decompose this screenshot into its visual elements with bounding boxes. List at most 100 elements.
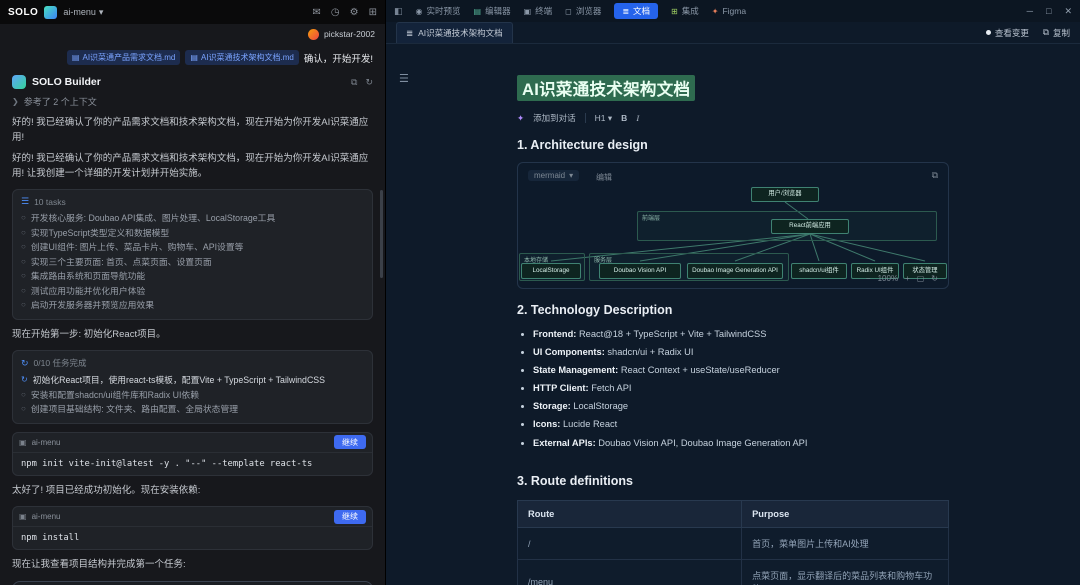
outline-menu-icon[interactable]: ☰ [399,72,409,85]
task-circle-icon: ○ [21,227,26,239]
tab-browser[interactable]: ◻ 浏览器 [565,5,601,17]
task-item[interactable]: ○ 测试应用功能并优化用户体验 [21,284,364,299]
chat-input-box[interactable]: @SOLO Builder ✕ @ # ▦ ⊞ Claude-4-Sonnet … [12,581,373,585]
maximize-icon[interactable]: □ [1046,6,1051,17]
tab-label: 编辑器 [485,5,511,17]
assistant-message: 太好了! 项目已经成功初始化。现在安装依赖: [12,484,373,499]
unsaved-dot-icon [986,30,991,35]
preview-icon: ◉ [416,7,423,16]
task-item[interactable]: ○ 开发核心服务: Doubao API集成、图片处理、LocalStorage… [21,211,364,226]
copy-button[interactable]: ⧉ 复制 [1043,27,1070,39]
context-toggle[interactable]: ❯ 参考了 2 个上下文 [12,95,373,108]
chevron-right-icon: ❯ [12,97,19,106]
refresh-icon[interactable]: ↻ [365,77,373,88]
task-item-label: 实现三个主要页面: 首页、点菜页面、设置页面 [31,256,212,269]
copy-icon[interactable]: ⧉ [932,170,938,181]
terminal-card: ▣ ai-menu 继续 npm init vite-init@latest -… [12,432,373,476]
progress-item-label: 安装和配置shadcn/ui组件库和Radix UI依赖 [31,389,199,402]
panel-toggle-icon[interactable]: ◧ [394,6,403,17]
project-menu-button[interactable]: ai-menu ▾ [63,7,103,18]
route-cell: /menu [518,560,742,585]
task-item[interactable]: ○ 集成路由系统和页面导航功能 [21,269,364,284]
app-logo-icon [44,6,57,19]
section-heading-routes: 3. Route definitions [517,474,949,488]
view-changes-label: 查看变更 [995,27,1029,39]
tab-editor[interactable]: ▤ 编辑器 [474,5,511,17]
add-to-chat-button[interactable]: 添加到对话 [533,112,576,124]
continue-button[interactable]: 继续 [334,435,366,449]
terminal-label: ai-menu [32,512,61,521]
chat-scrollbar[interactable] [380,190,383,278]
bold-button[interactable]: B [621,113,627,123]
terminal-icon: ▣ [19,512,27,521]
app-window: SOLO ai-menu ▾ ✉ ◷ ⚙ ⊞ pickstar-2002 ▤ [0,0,1080,585]
document-icon: ▤ [190,53,198,62]
diagram-canvas: 用户/浏览器 前端层 React前端应用 本地存储 LocalStorage 服… [519,185,949,287]
tech-item: HTTP Client: Fetch API [533,381,949,396]
mermaid-diagram-card: mermaid ▾ 编辑 ⧉ [517,162,949,289]
table-header-purpose: Purpose [742,501,949,528]
task-item[interactable]: ○ 实现TypeScript类型定义和数据模型 [21,226,364,241]
integration-icon: ⊞ [671,7,678,16]
progress-item-label: 创建项目基础结构: 文件夹、路由配置、全局状态管理 [31,403,238,416]
refresh-icon[interactable]: ↻ [931,274,938,283]
continue-button[interactable]: 继续 [334,510,366,524]
diagram-language-select[interactable]: mermaid ▾ [528,170,579,181]
tech-item: Storage: LocalStorage [533,399,949,414]
attached-file-chip[interactable]: ▤ AI识菜通技术架构文档.md [185,50,298,65]
task-item-label: 创建UI组件: 图片上传、菜品卡片、购物车、API设置等 [31,241,244,254]
message-icon[interactable]: ✉ [313,7,321,18]
view-changes-button[interactable]: 查看变更 [986,27,1029,39]
document-body: AI识菜通技术架构文档 ✦ 添加到对话 H1 ▾ B I 1. Architec… [517,66,949,585]
progress-item[interactable]: ○ 创建项目基础结构: 文件夹、路由配置、全局状态管理 [21,402,364,417]
diagram-zoom-controls: − 100% + ▢ ↻ [866,274,938,283]
task-item[interactable]: ○ 实现三个主要页面: 首页、点菜页面、设置页面 [21,255,364,270]
table-row: / 首页，菜单图片上传和AI处理 [518,528,949,560]
progress-header[interactable]: ↻ 0/10 任务完成 [21,357,364,369]
task-circle-icon: ○ [21,299,26,311]
progress-count-label: 0/10 任务完成 [34,357,87,369]
tab-label: Figma [722,6,746,16]
fit-screen-icon[interactable]: ▢ [917,274,925,283]
gear-icon[interactable]: ⚙ [350,7,359,18]
minimize-icon[interactable]: ─ [1027,6,1033,17]
open-document-tab[interactable]: ≣ AI识菜通技术架构文档 [396,22,513,43]
heading-select[interactable]: H1 ▾ [595,113,613,124]
assistant-message: 好的! 我已经确认了你的产品需求文档和技术架构文档，现在开始为你开发AI识菜通应… [12,152,373,181]
tech-item: External APIs: Doubao Vision API, Doubao… [533,436,949,451]
progress-item-current[interactable]: ↻ 初始化React项目，使用react-ts模板，配置Vite + TypeS… [21,373,364,388]
assistant-message: 好的! 我已经确认了你的产品需求文档和技术架构文档，现在开始为你开发AI识菜通应… [12,116,373,145]
tab-docs[interactable]: ≣ 文档 [614,3,658,19]
layout-icon[interactable]: ⊞ [369,7,377,18]
task-circle-icon: ○ [21,389,26,401]
copy-icon[interactable]: ⧉ [351,77,357,88]
close-icon[interactable]: ✕ [1064,6,1072,17]
task-item[interactable]: ○ 创建UI组件: 图片上传、菜品卡片、购物车、API设置等 [21,240,364,255]
task-circle-icon: ○ [21,241,26,253]
avatar[interactable] [308,29,319,40]
task-list-header[interactable]: ☰ 10 tasks [21,196,364,207]
task-circle-icon: ○ [21,212,26,224]
browser-icon: ◻ [565,7,572,16]
history-icon[interactable]: ◷ [331,7,340,18]
zoom-in-icon[interactable]: + [905,274,910,283]
attached-file-chip[interactable]: ▤ AI识菜通产品需求文档.md [67,50,180,65]
tab-live-preview[interactable]: ◉ 实时预览 [416,5,461,17]
diagram-edit-button[interactable]: 编辑 [596,172,612,183]
tab-terminal[interactable]: ▣ 终端 [524,5,553,17]
open-document-title: AI识菜通技术架构文档 [418,27,503,39]
tab-label: 浏览器 [576,5,602,17]
tab-integrations[interactable]: ⊞ 集成 [671,5,699,17]
chevron-down-icon: ▾ [608,113,612,123]
tab-figma[interactable]: ✦ Figma [712,6,746,16]
zoom-out-icon[interactable]: − [866,274,871,283]
task-item[interactable]: ○ 启动开发服务器并预览应用效果 [21,298,364,313]
progress-item[interactable]: ○ 安装和配置shadcn/ui组件库和Radix UI依赖 [21,388,364,403]
italic-button[interactable]: I [636,113,639,123]
table-header-route: Route [518,501,742,528]
document-actions: 查看变更 ⧉ 复制 [986,27,1070,39]
terminal-command: npm init vite-init@latest -y . "--" --te… [13,453,372,475]
technology-list: Frontend: React@18 + TypeScript + Vite +… [517,327,949,450]
terminal-command: npm install [13,527,372,549]
table-header-row: Route Purpose [518,501,949,528]
